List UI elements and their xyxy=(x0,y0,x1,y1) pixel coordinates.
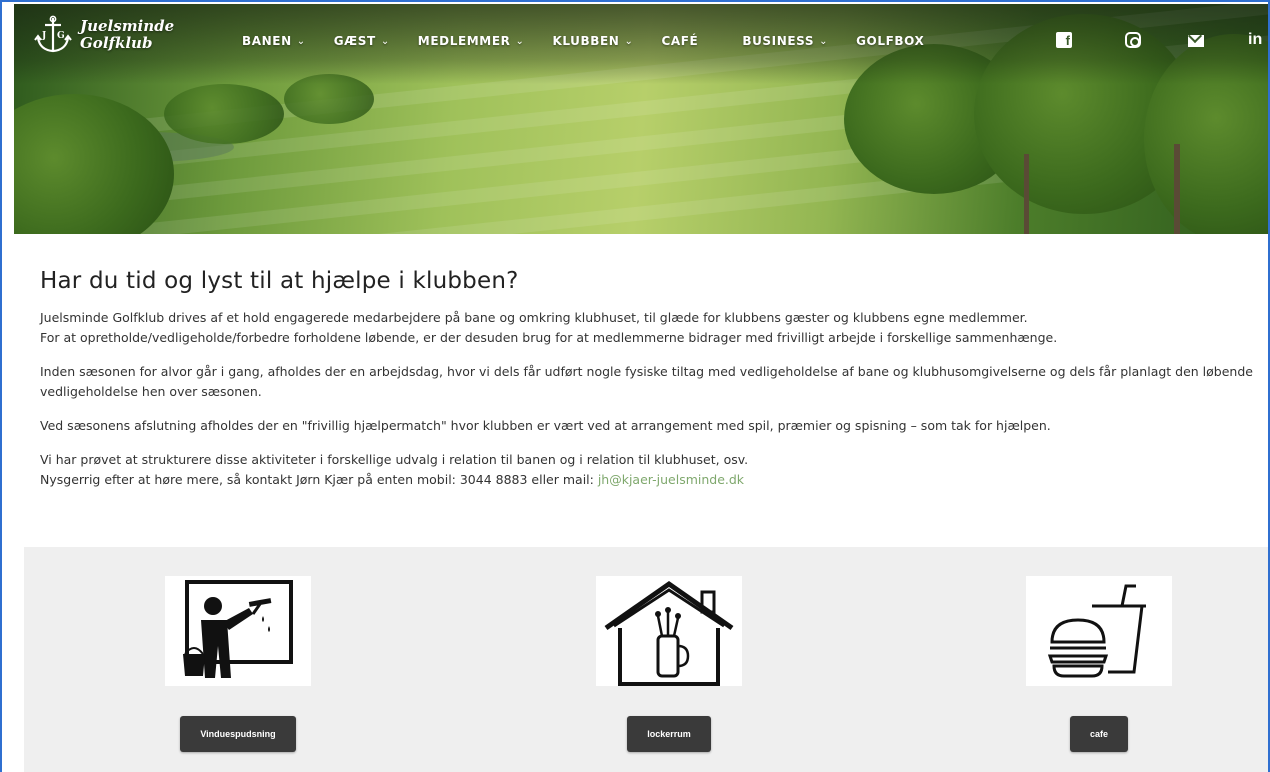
linkedin-icon: in xyxy=(1248,31,1263,48)
card-cafe: cafe xyxy=(1026,576,1172,752)
nav-item-medlemmer[interactable]: MEDLEMMER ⌄ xyxy=(418,34,525,48)
nav-item-banen[interactable]: BANEN ⌄ xyxy=(242,34,306,48)
anchor-logo-icon: J G xyxy=(34,15,72,53)
cafe-food-icon xyxy=(1047,584,1146,678)
page: J G Juelsminde Golfklub BANEN ⌄ GÆST ⌄ MED… xyxy=(0,0,1270,772)
contact-email-link[interactable]: jh@kjaer-juelsminde.dk xyxy=(598,472,744,487)
card-lockerrum: lockerrum xyxy=(596,576,742,752)
facebook-icon: f xyxy=(1056,32,1072,48)
locker-room-icon xyxy=(604,580,734,686)
main-content: Har du tid og lyst til at hjælpe i klubb… xyxy=(40,268,1260,504)
site-logo[interactable]: J G Juelsminde Golfklub xyxy=(32,14,174,56)
linkedin-link[interactable]: in xyxy=(1248,31,1262,49)
chevron-down-icon: ⌄ xyxy=(380,35,390,47)
chevron-down-icon: ⌄ xyxy=(515,35,525,47)
instagram-icon xyxy=(1125,32,1141,48)
nav-item-business[interactable]: BUSINESS ⌄ xyxy=(742,34,828,48)
chevron-down-icon: ⌄ xyxy=(819,35,829,47)
chevron-down-icon: ⌄ xyxy=(296,35,306,47)
nav-item-gaest[interactable]: GÆST ⌄ xyxy=(334,34,390,48)
cafe-button[interactable]: cafe xyxy=(1069,716,1128,752)
intro-paragraph: Juelsminde Golfklub drives af et hold en… xyxy=(40,310,1058,345)
nav-item-cafe[interactable]: CAFÉ xyxy=(661,34,698,48)
season-end-paragraph: Ved sæsonens afslutning afholdes der en … xyxy=(40,418,1051,433)
vinduespudsning-button[interactable]: Vinduespudsning xyxy=(180,716,296,752)
contact-paragraph: Vi har prøvet at strukturere disse aktiv… xyxy=(40,452,749,487)
logo-line-1: Juelsminde xyxy=(80,17,175,35)
nav-item-golfbox[interactable]: GOLFBOX xyxy=(856,34,924,48)
instagram-link[interactable] xyxy=(1125,32,1141,48)
window-cleaning-icon xyxy=(183,580,293,678)
mail-icon xyxy=(1188,35,1204,47)
nav-item-klubben[interactable]: KLUBBEN ⌄ xyxy=(552,34,633,48)
card-vinduespudsning: Vinduespudsning xyxy=(165,576,311,752)
volunteer-areas-section: Vinduespudsning lockerrum cafe xyxy=(24,547,1268,772)
logo-initial-left: J xyxy=(41,31,46,41)
chevron-down-icon: ⌄ xyxy=(624,35,634,47)
logo-initial-right: G xyxy=(57,31,65,41)
page-title: Har du tid og lyst til at hjælpe i klubb… xyxy=(40,268,519,294)
main-navigation: BANEN ⌄ GÆST ⌄ MEDLEMMER ⌄ KLUBBEN ⌄ CAFÉ BU… xyxy=(242,34,952,48)
mail-link[interactable] xyxy=(1188,35,1204,47)
facebook-link[interactable]: f xyxy=(1056,32,1072,48)
logo-line-2: Golfklub xyxy=(80,34,153,52)
lockerrum-button[interactable]: lockerrum xyxy=(627,716,711,752)
work-day-paragraph: Inden sæsonen for alvor går i gang, afho… xyxy=(40,364,1253,399)
logo-wordmark: Juelsminde Golfklub xyxy=(80,18,174,52)
